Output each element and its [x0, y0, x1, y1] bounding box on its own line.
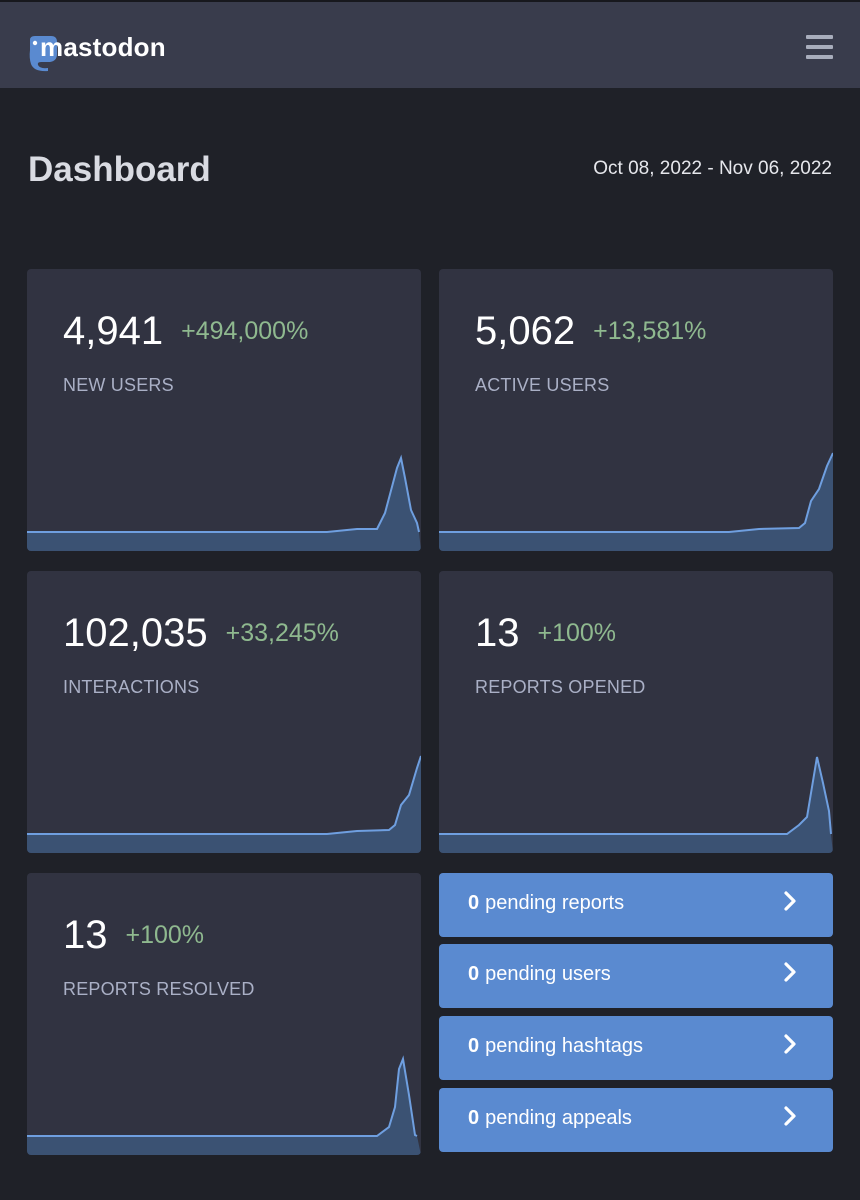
metric-value: 13 [475, 611, 520, 655]
pending-hashtags-button[interactable]: 0 pending hashtags [439, 1016, 833, 1080]
chevron-right-icon [784, 1034, 796, 1054]
hamburger-menu-icon[interactable] [806, 35, 834, 59]
chevron-right-icon [784, 1106, 796, 1126]
sparkline-chart [27, 454, 421, 551]
metric-change: +13,581% [593, 317, 707, 345]
pending-count: 0 [468, 1107, 480, 1129]
sparkline-chart [439, 756, 833, 853]
pending-label: pending appeals [485, 1107, 632, 1129]
chevron-right-icon [784, 962, 796, 982]
sparkline-chart [439, 452, 833, 551]
metric-value: 5,062 [475, 309, 576, 353]
brand-name: mastodon [40, 32, 166, 62]
mastodon-logo[interactable]: mastodon [26, 32, 166, 72]
metric-card-interactions[interactable]: 102,035 +33,245% INTERACTIONS [27, 571, 421, 853]
metric-change: +100% [537, 619, 617, 647]
pending-appeals-button[interactable]: 0 pending appeals [439, 1088, 833, 1152]
pending-label: pending users [485, 963, 611, 985]
metric-change: +100% [125, 921, 205, 949]
pending-reports-button[interactable]: 0 pending reports [439, 873, 833, 937]
metric-value: 4,941 [63, 309, 164, 353]
pending-label: pending reports [485, 892, 625, 914]
metric-label: REPORTS RESOLVED [63, 979, 255, 999]
metric-card-new-users[interactable]: 4,941 +494,000% NEW USERS [27, 269, 421, 551]
pending-count: 0 [468, 963, 480, 985]
metric-label: NEW USERS [63, 375, 174, 395]
sparkline-chart [27, 755, 421, 853]
date-range: Oct 08, 2022 - Nov 06, 2022 [593, 158, 832, 179]
top-bar: mastodon [0, 0, 860, 88]
page-title: Dashboard [28, 150, 211, 189]
metric-card-reports-resolved[interactable]: 13 +100% REPORTS RESOLVED [27, 873, 421, 1155]
metric-card-reports-opened[interactable]: 13 +100% REPORTS OPENED [439, 571, 833, 853]
metric-card-active-users[interactable]: 5,062 +13,581% ACTIVE USERS [439, 269, 833, 551]
pending-users-button[interactable]: 0 pending users [439, 944, 833, 1008]
metric-label: INTERACTIONS [63, 677, 200, 697]
chevron-right-icon [784, 891, 796, 911]
metric-change: +33,245% [225, 619, 339, 647]
sparkline-chart [27, 1055, 421, 1155]
metric-label: REPORTS OPENED [475, 677, 646, 697]
metric-value: 13 [63, 913, 108, 957]
metric-label: ACTIVE USERS [475, 375, 610, 395]
pending-count: 0 [468, 1035, 480, 1057]
metric-value: 102,035 [63, 611, 208, 655]
pending-count: 0 [468, 892, 480, 914]
pending-label: pending hashtags [485, 1035, 644, 1057]
metric-change: +494,000% [181, 317, 309, 345]
